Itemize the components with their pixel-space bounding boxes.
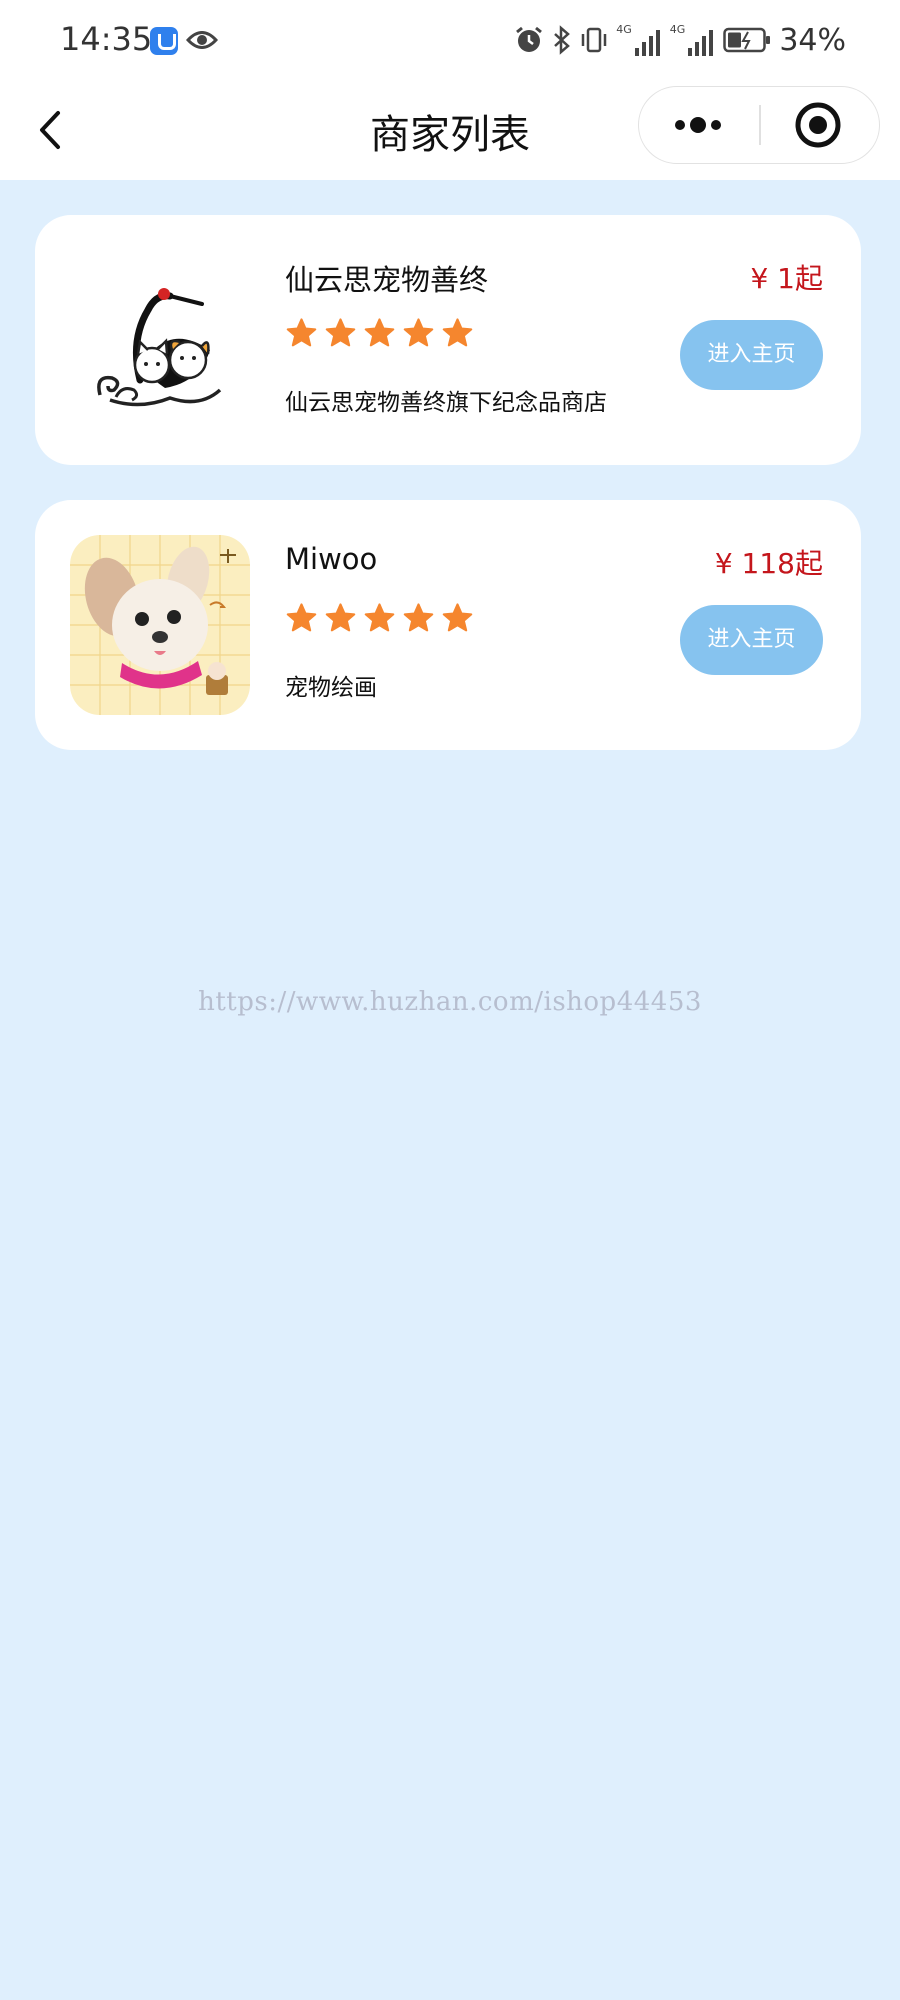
merchant-price: ¥ 1起 bbox=[750, 262, 823, 295]
top-bar: 14:35 4G 4G 34% 商家列表 bbox=[0, 0, 900, 180]
merchant-thumbnail bbox=[70, 250, 250, 430]
status-bar: 14:35 4G 4G 34% bbox=[0, 0, 900, 80]
merchant-description: 宠物绘画 bbox=[285, 675, 377, 701]
network-type-2: 4G bbox=[669, 23, 686, 36]
signal-group-2: 4G bbox=[670, 24, 716, 56]
star-icon bbox=[286, 603, 317, 632]
rating-stars bbox=[285, 602, 474, 638]
status-time: 14:35 bbox=[60, 20, 153, 58]
mini-program-capsule bbox=[638, 86, 880, 164]
signal-group-1: 4G bbox=[616, 24, 662, 56]
alarm-icon bbox=[516, 26, 543, 52]
watermark-text: https://www.huzhan.com/ishop44453 bbox=[198, 987, 702, 1017]
enter-homepage-button[interactable]: 进入主页 bbox=[680, 320, 823, 390]
battery-icon bbox=[723, 27, 771, 53]
star-icon bbox=[286, 318, 317, 347]
status-icons: 4G 4G 34% bbox=[514, 20, 846, 60]
star-icon bbox=[325, 603, 356, 632]
close-button[interactable] bbox=[761, 87, 879, 163]
more-button[interactable] bbox=[639, 87, 759, 163]
signal-icon bbox=[634, 30, 660, 56]
nav-bar: 商家列表 bbox=[0, 80, 900, 180]
target-close-icon bbox=[795, 102, 841, 148]
star-icon bbox=[325, 318, 356, 347]
enter-homepage-button[interactable]: 进入主页 bbox=[680, 605, 823, 675]
puppy-painting-icon bbox=[70, 535, 250, 715]
merchant-name: Miwoo bbox=[285, 542, 378, 576]
rating-stars bbox=[285, 317, 474, 353]
merchant-card[interactable]: Miwoo 宠物绘画 ¥ 118起 进入主页 bbox=[35, 500, 861, 750]
app-badge-icon bbox=[150, 27, 178, 55]
merchant-description: 仙云思宠物善终旗下纪念品商店 bbox=[285, 390, 607, 416]
star-icon bbox=[364, 603, 395, 632]
merchant-thumbnail bbox=[70, 535, 250, 715]
bluetooth-icon bbox=[554, 25, 571, 55]
merchant-name: 仙云思宠物善终 bbox=[285, 263, 489, 297]
merchant-card[interactable]: 仙云思宠物善终 仙云思宠物善终旗下纪念品商店 ¥ 1起 进入主页 bbox=[35, 215, 861, 465]
star-icon bbox=[442, 603, 473, 632]
star-icon bbox=[403, 318, 434, 347]
merchant-price: ¥ 118起 bbox=[714, 547, 823, 580]
star-icon bbox=[442, 318, 473, 347]
signal-icon bbox=[688, 30, 714, 56]
merchant-list: 仙云思宠物善终 仙云思宠物善终旗下纪念品商店 ¥ 1起 进入主页 Miwoo 宠… bbox=[35, 215, 861, 785]
vibrate-icon bbox=[582, 27, 607, 53]
chevron-left-icon[interactable] bbox=[30, 105, 70, 155]
network-type-1: 4G bbox=[616, 23, 632, 36]
battery-percent: 34% bbox=[779, 22, 846, 58]
star-icon bbox=[403, 603, 434, 632]
eye-icon bbox=[186, 31, 218, 49]
more-dots-icon bbox=[675, 117, 721, 133]
star-icon bbox=[364, 318, 395, 347]
crane-cat-dog-logo-icon bbox=[97, 288, 222, 407]
